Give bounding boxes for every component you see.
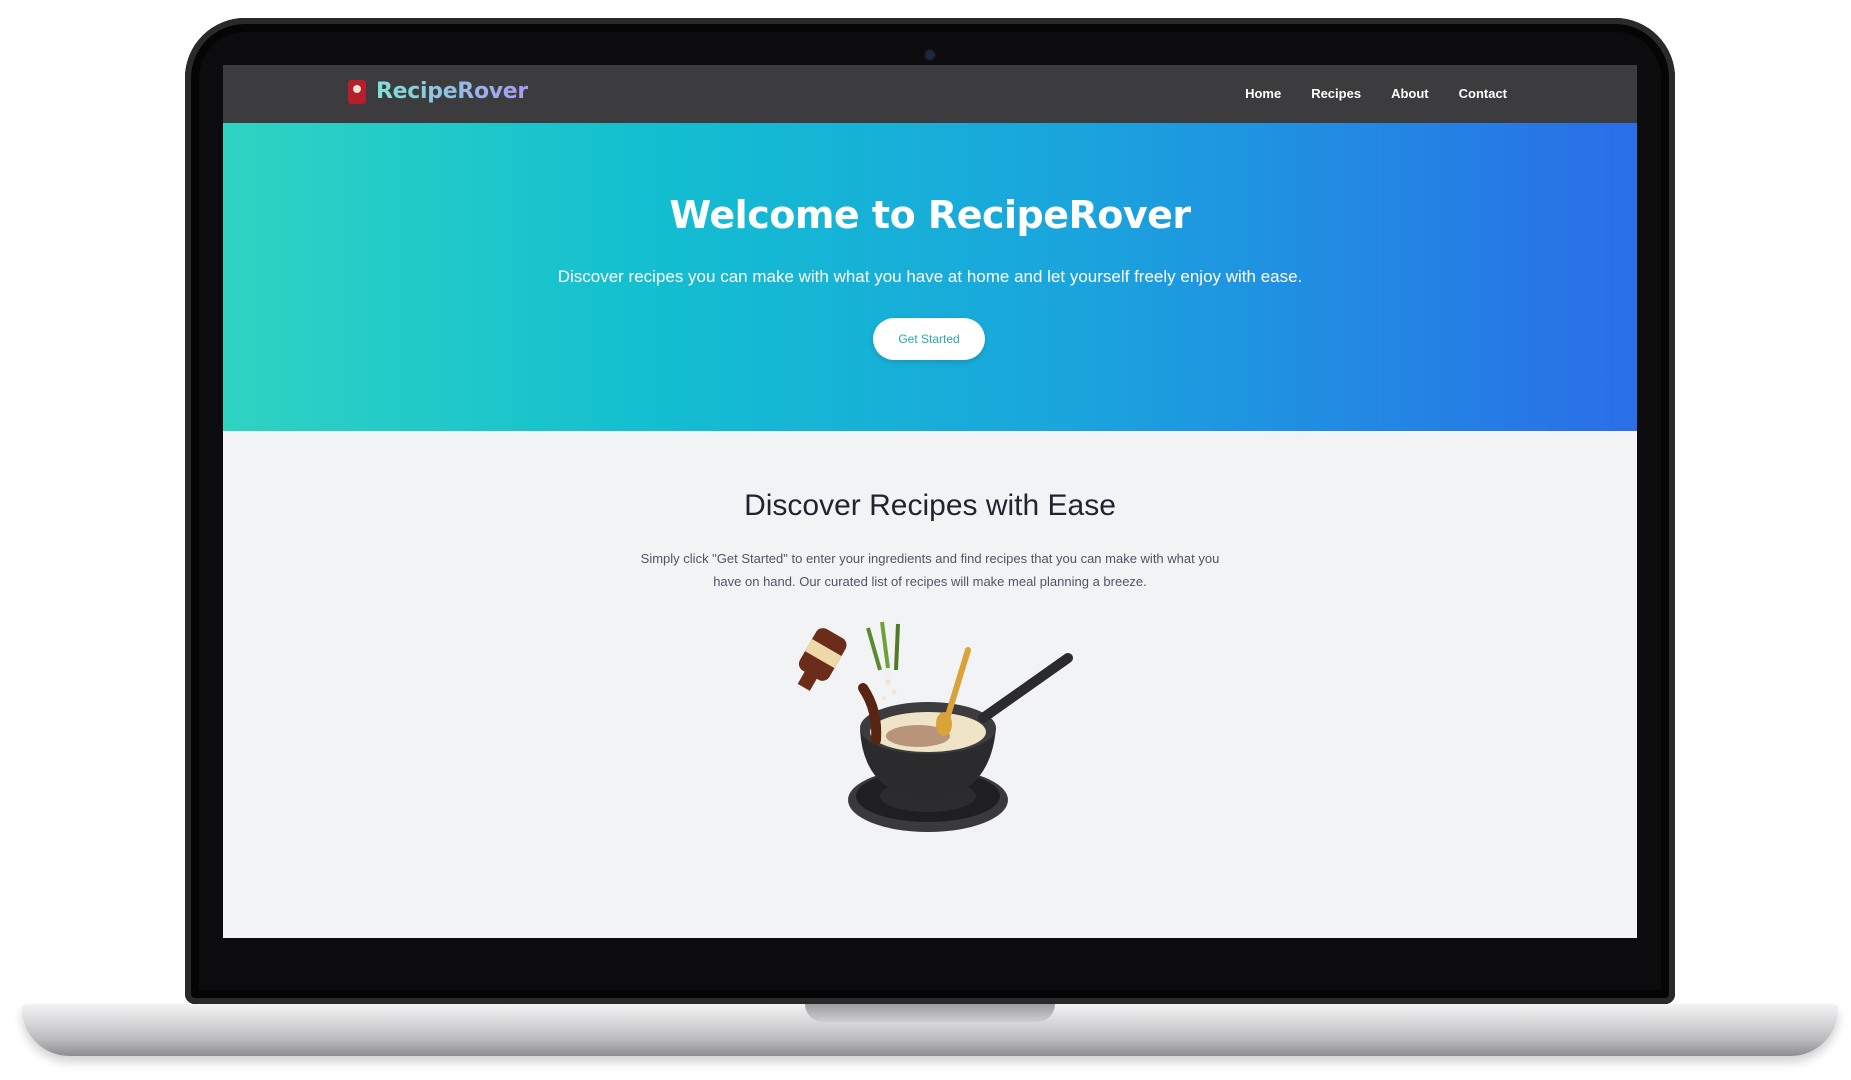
nav-item-home[interactable]: Home — [1245, 86, 1281, 101]
section-description: Simply click "Get Started" to enter your… — [640, 551, 1220, 589]
nav-item-contact[interactable]: Contact — [1459, 86, 1507, 101]
brand-logo[interactable]: RecipeRover — [348, 79, 528, 104]
webcam-icon — [925, 50, 935, 60]
hero-banner: Welcome to RecipeRover Discover recipes … — [223, 123, 1637, 431]
top-navbar: RecipeRover Home Recipes About Contact — [223, 65, 1637, 123]
laptop-mockup: RecipeRover Home Recipes About Contact W… — [0, 0, 1851, 1080]
hero-subtitle: Discover recipes you can make with what … — [557, 267, 1303, 286]
brand-name: RecipeRover — [376, 79, 528, 104]
chef-logo-icon — [348, 79, 366, 104]
browser-viewport: RecipeRover Home Recipes About Contact W… — [223, 65, 1637, 938]
nav-links: Home Recipes About Contact — [1245, 86, 1507, 101]
nav-item-recipes[interactable]: Recipes — [1311, 86, 1361, 101]
laptop-hinge-notch — [805, 1004, 1055, 1022]
hero-title: Welcome to RecipeRover — [669, 193, 1191, 237]
section-title: Discover Recipes with Ease — [744, 489, 1116, 522]
cooking-pan-illustration — [797, 621, 1073, 832]
nav-item-about[interactable]: About — [1391, 86, 1429, 101]
get-started-button[interactable]: Get Started — [873, 318, 985, 360]
